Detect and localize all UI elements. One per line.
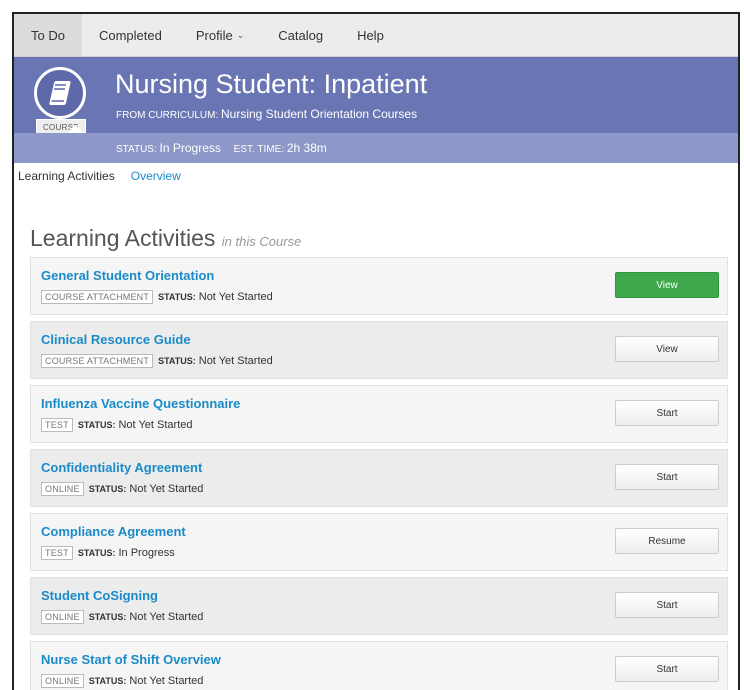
status-label: STATUS:	[116, 144, 157, 155]
curriculum-link[interactable]: Nursing Student Orientation Courses	[221, 107, 417, 121]
activity-title[interactable]: Clinical Resource Guide	[41, 332, 191, 347]
nav-todo[interactable]: To Do	[14, 14, 82, 56]
nav-help-label: Help	[357, 27, 384, 43]
nav-todo-label: To Do	[31, 27, 65, 43]
from-label: FROM CURRICULUM:	[116, 110, 219, 121]
activity-status: Not Yet Started	[129, 675, 204, 687]
activity-row: Compliance Agreement TEST STATUS: In Pro…	[30, 513, 728, 571]
nav-profile-label: Profile	[195, 27, 233, 43]
course-header: COURSE Nursing Student: Inpatient FROM C…	[14, 57, 738, 136]
section-subtitle: in this Course	[221, 234, 302, 249]
activity-title[interactable]: Nurse Start of Shift Overview	[41, 652, 221, 667]
activity-title[interactable]: Influenza Vaccine Questionnaire	[41, 396, 240, 411]
book-icon	[34, 67, 86, 119]
activity-meta: TEST STATUS: In Progress	[41, 546, 175, 560]
activity-status-label: STATUS:	[88, 484, 127, 494]
course-badge: COURSE	[30, 67, 90, 136]
activity-meta: COURSE ATTACHMENT STATUS: Not Yet Starte…	[41, 290, 273, 304]
chevron-down-icon: ⌄	[236, 29, 245, 40]
est-time-value: 2h 38m	[286, 141, 327, 155]
activity-type-tag: COURSE ATTACHMENT	[41, 290, 154, 304]
course-status-bar: STATUS: In Progress EST. TIME: 2h 38m	[14, 133, 738, 163]
activity-title[interactable]: Confidentiality Agreement	[41, 460, 202, 475]
activity-title[interactable]: Compliance Agreement	[41, 524, 186, 539]
activity-status: In Progress	[118, 547, 175, 559]
activity-type-tag: TEST	[41, 546, 73, 560]
activity-meta: TEST STATUS: Not Yet Started	[41, 418, 192, 432]
nav-completed-label: Completed	[98, 27, 162, 43]
start-button[interactable]: Start	[615, 592, 719, 618]
activity-type-tag: ONLINE	[41, 610, 84, 624]
course-status: STATUS: In Progress EST. TIME: 2h 38m	[116, 141, 337, 155]
activity-type-tag: TEST	[41, 418, 73, 432]
start-button[interactable]: Start	[615, 656, 719, 682]
view-button[interactable]: View	[615, 272, 719, 298]
start-button[interactable]: Start	[615, 464, 719, 490]
nav-completed[interactable]: Completed	[82, 14, 179, 56]
activity-row: General Student Orientation COURSE ATTAC…	[30, 257, 728, 315]
activity-status: Not Yet Started	[129, 483, 204, 495]
activity-meta: COURSE ATTACHMENT STATUS: Not Yet Starte…	[41, 354, 273, 368]
top-nav: To Do Completed Profile ⌄ Catalog Help	[14, 14, 738, 57]
activity-row: Student CoSigning ONLINE STATUS: Not Yet…	[30, 577, 728, 635]
est-time-label: EST. TIME:	[233, 144, 285, 155]
activity-status: Not Yet Started	[198, 355, 273, 367]
page-title: Nursing Student: Inpatient	[115, 69, 428, 99]
activity-type-tag: ONLINE	[41, 482, 84, 496]
activity-status-label: STATUS:	[158, 292, 196, 302]
nav-catalog[interactable]: Catalog	[261, 14, 340, 56]
tab-learning-activities[interactable]: Learning Activities	[18, 169, 115, 183]
activity-meta: ONLINE STATUS: Not Yet Started	[41, 482, 203, 496]
activity-type-tag: ONLINE	[41, 674, 84, 688]
activity-row: Confidentiality Agreement ONLINE STATUS:…	[30, 449, 728, 507]
activity-status-label: STATUS:	[88, 676, 127, 686]
activity-status-label: STATUS:	[158, 356, 196, 366]
nav-profile[interactable]: Profile ⌄	[179, 14, 261, 56]
activity-status-label: STATUS:	[77, 420, 116, 430]
activity-type-tag: COURSE ATTACHMENT	[41, 354, 154, 368]
view-button[interactable]: View	[615, 336, 719, 362]
activity-status-label: STATUS:	[88, 612, 127, 622]
activity-meta: ONLINE STATUS: Not Yet Started	[41, 610, 203, 624]
activity-row: Nurse Start of Shift Overview ONLINE STA…	[30, 641, 728, 690]
resume-button[interactable]: Resume	[615, 528, 719, 554]
activity-title[interactable]: General Student Orientation	[41, 268, 214, 283]
status-value: In Progress	[159, 141, 221, 155]
activity-status: Not Yet Started	[198, 291, 273, 303]
activity-title[interactable]: Student CoSigning	[41, 588, 158, 603]
activity-list: General Student Orientation COURSE ATTAC…	[30, 257, 728, 690]
tab-overview[interactable]: Overview	[131, 169, 181, 183]
activity-status-label: STATUS:	[77, 548, 116, 558]
nav-catalog-label: Catalog	[278, 27, 324, 43]
course-tabs: Learning Activities Overview	[14, 163, 738, 189]
activity-status: Not Yet Started	[118, 419, 193, 431]
curriculum-line: FROM CURRICULUM: Nursing Student Orienta…	[116, 107, 417, 121]
activity-row: Clinical Resource Guide COURSE ATTACHMEN…	[30, 321, 728, 379]
start-button[interactable]: Start	[615, 400, 719, 426]
section-title: Learning Activities in this Course	[30, 225, 301, 252]
nav-help[interactable]: Help	[340, 14, 401, 56]
activity-meta: ONLINE STATUS: Not Yet Started	[41, 674, 203, 688]
app-frame: To Do Completed Profile ⌄ Catalog Help CO…	[12, 12, 740, 690]
activity-status: Not Yet Started	[129, 611, 204, 623]
section-title-text: Learning Activities	[30, 225, 216, 251]
activity-row: Influenza Vaccine Questionnaire TEST STA…	[30, 385, 728, 443]
